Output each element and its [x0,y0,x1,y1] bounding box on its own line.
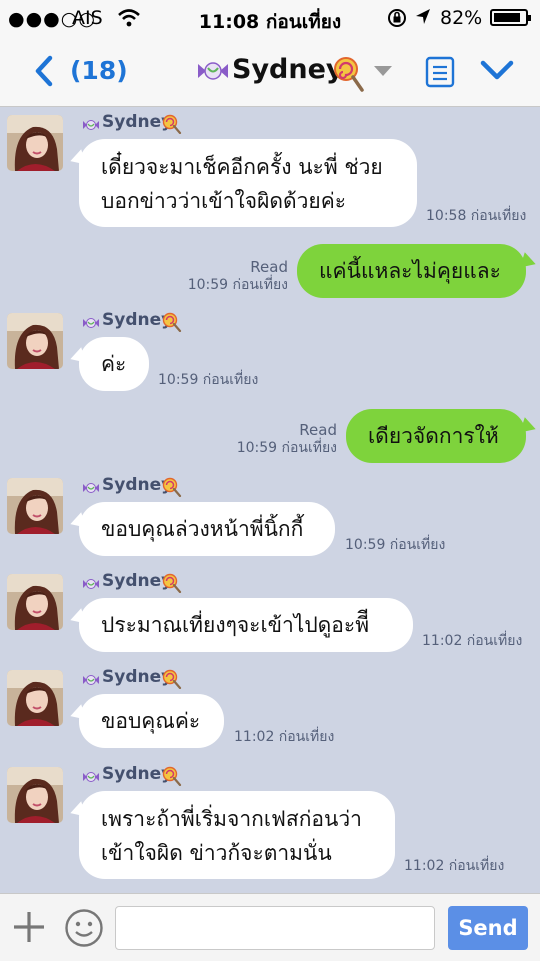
candy-icon [83,772,99,782]
candy-icon [83,318,99,328]
candy-icon [83,675,99,685]
incoming-message: Sydney เพราะถ้าพี่เริ่มจากเฟสก่อนว่า เข้า… [0,759,540,889]
message-time: 10:58 ก่อนเที่ยง [426,208,527,224]
candy-icon [83,483,99,493]
chat-header: (18) Sydney [0,36,540,107]
message-time: 10:59 ก่อนเที่ยง [345,537,446,553]
candy-icon [83,579,99,589]
message-time: 10:59 ก่อนเที่ยง [158,372,259,388]
message-time: 11:02 ก่อนเที่ยง [404,858,505,874]
incoming-message: Sydney ขอบคุณล่วงหน้าพี่นิ้กกี้ 10:59 ก่… [0,470,540,560]
read-status: Read [250,258,288,276]
message-bubble[interactable]: แค่นี้แหละไม่คุยและ [297,244,526,298]
avatar[interactable] [7,670,63,726]
lollipop-icon [162,312,182,333]
lollipop-icon [162,766,182,787]
lollipop-icon [162,477,182,498]
emoji-icon[interactable] [64,908,104,948]
chevron-left-icon [35,55,53,87]
battery-icon [490,9,531,26]
unread-count: (18) [70,56,128,85]
message-bubble[interactable]: ขอบคุณล่วงหน้าพี่นิ้กกี้ [79,502,335,556]
battery-percent: 82% [440,7,483,29]
message-bubble[interactable]: เดียวจัดการให้ [346,409,526,463]
avatar[interactable] [7,115,63,171]
incoming-message: Sydney ค่ะ 10:59 ก่อนเที่ยง [0,305,540,395]
status-bar: ●●●○○ AIS 11:08 ก่อนเที่ยง 82% [0,0,540,36]
lollipop-icon [162,669,182,690]
message-bubble[interactable]: ขอบคุณค่ะ [79,694,224,748]
lollipop-icon [334,57,364,92]
plus-icon[interactable] [12,910,46,944]
incoming-message: Sydney ขอบคุณค่ะ 11:02 ก่อนเที่ยง [0,662,540,752]
read-status: Read [299,421,337,439]
contact-name: Sydney [232,54,344,85]
avatar[interactable] [7,767,63,823]
avatar[interactable] [7,478,63,534]
message-composer: Send [0,893,540,961]
message-time: 10:59 ก่อนเที่ยง [187,277,288,293]
avatar[interactable] [7,574,63,630]
message-bubble[interactable]: ค่ะ [79,337,149,391]
message-time: 10:59 ก่อนเที่ยง [236,440,337,456]
outgoing-message: Read 10:59 ก่อนเที่ยง แค่นี้แหละไม่คุยแล… [0,242,540,302]
candy-icon [83,120,99,130]
message-input[interactable] [115,906,435,950]
avatar[interactable] [7,313,63,369]
message-bubble[interactable]: เดี๋ยวจะมาเช็คอีกครั้ง นะพี่ ช่วย บอกข่าว… [79,139,417,227]
lollipop-icon [162,114,182,135]
send-button[interactable]: Send [448,906,528,950]
message-bubble[interactable]: เพราะถ้าพี่เริ่มจากเฟสก่อนว่า เข้าใจผิด ข… [79,791,395,879]
notes-icon[interactable] [425,56,455,88]
incoming-message: Sydney เดี๋ยวจะมาเช็คอีกครั้ง นะพี่ ช่วย… [0,107,540,237]
message-meta: Read 10:59 ก่อนเที่ยง [188,258,288,294]
chevron-down-icon[interactable] [480,58,514,82]
incoming-message: Sydney ประมาณเที่ยงๆจะเข้าไปดูอะพีี 11:0… [0,566,540,656]
chat-history[interactable]: Sydney เดี๋ยวจะมาเช็คอีกครั้ง นะพี่ ช่วย… [0,107,540,893]
message-meta: Read 10:59 ก่อนเที่ยง [237,421,337,457]
rotation-lock-icon [386,7,408,34]
lollipop-icon [162,573,182,594]
message-time: 11:02 ก่อนเที่ยง [234,729,335,745]
location-arrow-icon [414,7,432,32]
message-time: 11:02 ก่อนเที่ยง [422,633,523,649]
candy-icon [198,62,228,80]
message-bubble[interactable]: ประมาณเที่ยงๆจะเข้าไปดูอะพีี [79,598,413,652]
outgoing-message: Read 10:59 ก่อนเที่ยง เดียวจัดการให้ [0,405,540,467]
title-dropdown-caret-icon [374,66,392,76]
